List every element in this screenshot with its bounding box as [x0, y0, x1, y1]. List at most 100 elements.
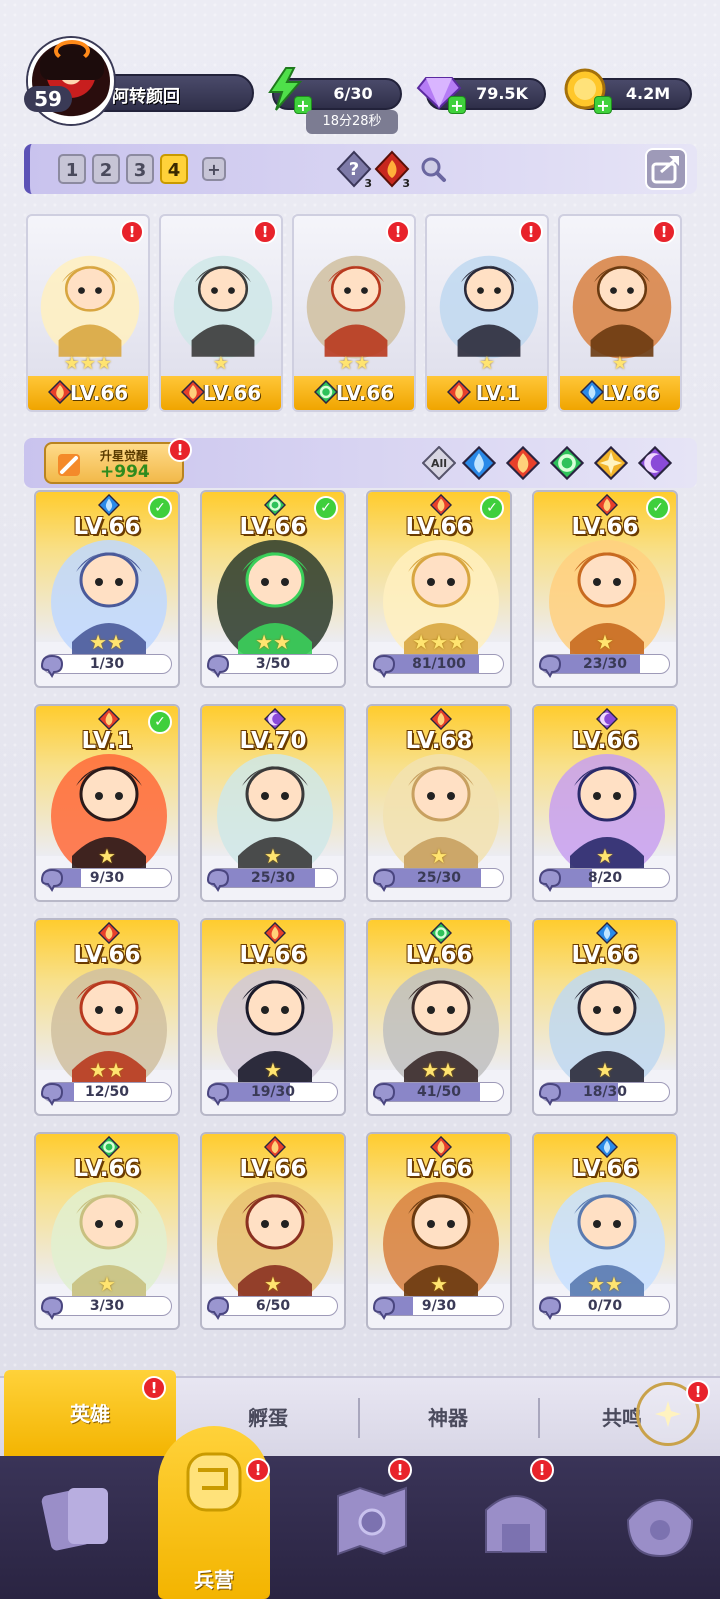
hero-level: LV.66: [405, 1156, 473, 1182]
team-slot[interactable]: ★★★ LV.66!: [26, 214, 150, 412]
element-badge: [579, 379, 605, 405]
hero-card[interactable]: LV.66 ★ 8/20: [532, 704, 678, 902]
barracks-screen: 阿转颜回 59 + 6/30 18分28秒 + 79.5K + 4.2M 1 2…: [0, 0, 720, 1599]
team-slot-alert: !: [519, 220, 543, 244]
fire-hint-icon[interactable]: 3: [374, 150, 410, 190]
filter-all-icon: All: [421, 445, 457, 481]
shard-icon: [206, 1082, 230, 1106]
gems-plus-button[interactable]: +: [448, 96, 466, 114]
hero-card[interactable]: LV.70 ★ 25/30: [200, 704, 346, 902]
nav-barracks[interactable]: 兵营: [158, 1426, 270, 1599]
shard-icon: [206, 654, 230, 678]
barracks-fist-icon: [186, 1452, 242, 1512]
hero-card[interactable]: LV.66 ★ 6/50: [200, 1132, 346, 1330]
gold-plus-button[interactable]: +: [594, 96, 612, 114]
element-badge: [595, 1135, 619, 1159]
team-slot[interactable]: ★ LV.66!: [558, 214, 682, 412]
fire-element-icon: [429, 493, 453, 517]
hero-card[interactable]: LV.68 ★ 25/30: [366, 704, 512, 902]
fire-element-icon: [429, 707, 453, 731]
hero-card[interactable]: LV.66 ★★ 0/70: [532, 1132, 678, 1330]
gold-resource[interactable]: + 4.2M: [564, 68, 692, 114]
avatar-flame: [54, 40, 90, 62]
gems-resource[interactable]: + 79.5K: [416, 77, 546, 114]
hero-card[interactable]: LV.66 ★★ 41/50: [366, 918, 512, 1116]
hero-level: LV.70: [239, 728, 307, 754]
element-badge: [97, 493, 121, 517]
player-name: 阿转颜回: [112, 87, 180, 107]
light-element-icon: [593, 445, 629, 481]
team-slot[interactable]: ★ LV.1!: [425, 214, 549, 412]
team-tab-4[interactable]: 4: [160, 154, 188, 184]
filter-water-button[interactable]: [461, 445, 497, 481]
guild-icon: [626, 1499, 694, 1558]
nav-cards[interactable]: [8, 1456, 152, 1599]
search-icon[interactable]: [416, 150, 452, 188]
filter-light-button[interactable]: [593, 445, 629, 481]
player-level-badge: 59: [24, 86, 72, 112]
element-badge: [595, 493, 619, 517]
energy-resource[interactable]: + 6/30: [268, 67, 402, 114]
element-badge: [263, 921, 287, 945]
shard-icon: [40, 654, 64, 678]
shard-icon: [372, 1296, 396, 1320]
wind-element-icon: [549, 445, 585, 481]
nav-guild[interactable]: [588, 1456, 720, 1599]
element-badge: [263, 1135, 287, 1159]
hero-card[interactable]: LV.66 ★ 18/30: [532, 918, 678, 1116]
nav-map[interactable]: [300, 1456, 444, 1599]
star-awaken-button[interactable]: 升星觉醒 +994 !: [44, 438, 192, 484]
hero-level: LV.66: [571, 514, 639, 540]
element-badge: [429, 493, 453, 517]
star-rating: ★: [611, 353, 629, 374]
element-badge: [595, 707, 619, 731]
fire-element-icon: [263, 921, 287, 945]
hero-card[interactable]: ✓ LV.66 ★ 23/30: [532, 490, 678, 688]
hero-level: LV.66: [405, 942, 473, 968]
cards-icon: [41, 1488, 108, 1551]
star-rating: ★★: [337, 353, 371, 374]
question-hint-icon[interactable]: ? 3: [336, 150, 372, 190]
team-tab-1[interactable]: 1: [58, 154, 86, 184]
subtab-artifacts[interactable]: 神器: [362, 1378, 534, 1458]
energy-value: 6/30: [333, 84, 373, 103]
hero-card[interactable]: LV.66 ★ 3/30: [34, 1132, 180, 1330]
element-badge: [313, 379, 339, 405]
star-rating: ★: [212, 353, 230, 374]
shard-icon: [372, 868, 396, 892]
hero-level: LV.66: [571, 942, 639, 968]
team-add-button[interactable]: +: [202, 157, 226, 181]
hero-card[interactable]: ✓ LV.66 ★★★ 81/100: [366, 490, 512, 688]
star-rating: ★★★: [63, 353, 113, 374]
share-button[interactable]: [645, 148, 687, 190]
fire-element-icon: [429, 1135, 453, 1159]
team-slot-alert: !: [652, 220, 676, 244]
hero-card[interactable]: ✓ LV.1 ★ 9/30: [34, 704, 180, 902]
element-badge: [97, 1135, 121, 1159]
hero-card[interactable]: ✓ LV.66 ★★ 1/30: [34, 490, 180, 688]
fire-hint-count: 3: [402, 177, 410, 190]
element-badge: [180, 379, 206, 405]
team-tab-2[interactable]: 2: [92, 154, 120, 184]
hero-card[interactable]: LV.66 ★ 19/30: [200, 918, 346, 1116]
filter-fire-button[interactable]: [505, 445, 541, 481]
team-slot[interactable]: ★★ LV.66!: [292, 214, 416, 412]
hero-card[interactable]: LV.66 ★ 9/30: [366, 1132, 512, 1330]
subtab-divider: [358, 1398, 360, 1438]
shop-icon: [485, 1495, 547, 1553]
wind-element-icon: [263, 493, 287, 517]
team-slot[interactable]: ★ LV.66!: [159, 214, 283, 412]
water-element-icon: [595, 921, 619, 945]
fire-element-icon: [263, 1135, 287, 1159]
filter-wind-button[interactable]: [549, 445, 585, 481]
hero-level: LV.66: [405, 514, 473, 540]
hero-card[interactable]: LV.66 ★★ 12/50: [34, 918, 180, 1116]
hero-card[interactable]: ✓ LV.66 ★★ 3/50: [200, 490, 346, 688]
filter-all-button[interactable]: All: [421, 445, 457, 481]
hero-level: LV.66: [571, 728, 639, 754]
nav-shop[interactable]: [444, 1456, 588, 1599]
filter-dark-button[interactable]: [637, 445, 673, 481]
fire-element-icon: [505, 445, 541, 481]
team-tab-3[interactable]: 3: [126, 154, 154, 184]
sword-icon: [58, 454, 80, 476]
